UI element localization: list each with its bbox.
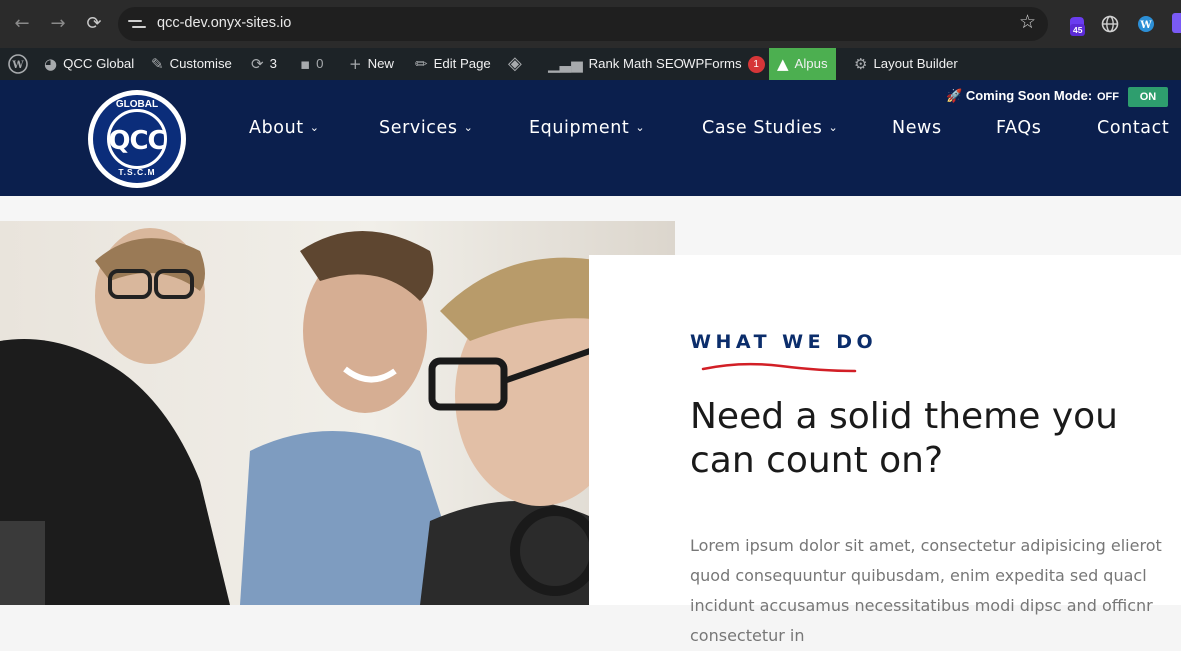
menu-item-case-studies[interactable]: Case Studies ⌄ bbox=[702, 118, 838, 138]
address-bar[interactable]: qcc-dev.onyx-sites.io ☆ bbox=[118, 7, 1048, 41]
svg-text:W: W bbox=[11, 60, 24, 71]
menu-item-about[interactable]: About ⌄ bbox=[249, 118, 320, 138]
site-logo[interactable]: GLOBAL QCC T.S.C.M bbox=[88, 90, 186, 188]
wpforms-link[interactable]: WPForms 1 bbox=[683, 48, 765, 80]
forward-icon[interactable]: → bbox=[45, 11, 71, 37]
logo-center-text: QCC bbox=[108, 126, 166, 156]
customise-label: Customise bbox=[169, 56, 232, 71]
svg-text:W: W bbox=[1139, 20, 1152, 31]
wp-logo-icon[interactable]: W bbox=[8, 48, 28, 80]
menu-item-news[interactable]: News bbox=[892, 118, 942, 138]
logo-top-text: GLOBAL bbox=[115, 99, 159, 110]
updates-count: 3 bbox=[269, 56, 277, 71]
updates-icon: ⟳ bbox=[251, 55, 264, 73]
team-photo-illustration bbox=[0, 228, 671, 605]
menu-item-faqs[interactable]: FAQs bbox=[996, 118, 1041, 138]
menu-item-services[interactable]: Services ⌄ bbox=[379, 118, 473, 138]
alpus-link[interactable]: ▲ Alpus bbox=[769, 48, 836, 80]
reload-icon[interactable]: ⟳ bbox=[81, 11, 107, 37]
alpus-icon: ▲ bbox=[777, 55, 789, 73]
chevron-down-icon: ⌄ bbox=[309, 121, 320, 134]
layout-builder-link[interactable]: ⚙ Layout Builder bbox=[854, 48, 958, 80]
what-we-do-section: WHAT WE DO Need a solid theme you can co… bbox=[0, 196, 1181, 645]
section-eyebrow: WHAT WE DO bbox=[690, 331, 878, 353]
pencil-icon: ✏ bbox=[415, 55, 428, 73]
plus-icon: + bbox=[349, 55, 362, 73]
section-body: Lorem ipsum dolor sit amet, consectetur … bbox=[690, 536, 1162, 645]
coming-soon-label: 🚀 Coming Soon Mode: bbox=[946, 88, 1093, 104]
customise-link[interactable]: ✎ Customise bbox=[151, 48, 232, 80]
content-card: WHAT WE DO Need a solid theme you can co… bbox=[589, 255, 1181, 645]
star-icon[interactable]: ☆ bbox=[1019, 11, 1036, 33]
section-heading: Need a solid theme you can count on? bbox=[690, 396, 1118, 481]
browser-toolbar: ← → ⟳ qcc-dev.onyx-sites.io ☆ 45 W bbox=[0, 0, 1181, 48]
team-photo bbox=[0, 221, 675, 605]
globe-icon[interactable] bbox=[1099, 13, 1121, 35]
red-underline-squiggle bbox=[701, 362, 857, 373]
profile-icon[interactable] bbox=[1172, 13, 1181, 33]
new-content-link[interactable]: + New bbox=[349, 48, 394, 80]
rank-math-link[interactable]: ▁▃▅ Rank Math SEO bbox=[548, 48, 684, 80]
rank-math-label: Rank Math SEO bbox=[588, 56, 684, 71]
logo-bottom-text: T.S.C.M bbox=[118, 167, 156, 177]
comments-count: 0 bbox=[316, 56, 324, 71]
site-name-label: QCC Global bbox=[63, 56, 135, 71]
gears-icon: ⚙ bbox=[854, 55, 868, 73]
layout-builder-label: Layout Builder bbox=[873, 56, 958, 71]
rocket-icon: 🚀 bbox=[946, 89, 963, 104]
new-label: New bbox=[367, 56, 394, 71]
wpforms-label: WPForms bbox=[683, 56, 742, 71]
brush-icon: ✎ bbox=[151, 55, 164, 73]
site-settings-icon[interactable] bbox=[128, 15, 146, 33]
alpus-label: Alpus bbox=[794, 56, 828, 71]
toggle-on[interactable]: ON bbox=[1128, 87, 1168, 107]
menu-item-contact[interactable]: Contact bbox=[1097, 118, 1169, 138]
dashboard-icon: ◕ bbox=[44, 55, 58, 73]
toggle-off[interactable]: OFF bbox=[1090, 87, 1126, 107]
wpforms-count-badge: 1 bbox=[747, 56, 765, 73]
chevron-down-icon: ⌄ bbox=[635, 121, 646, 134]
rank-math-icon: ▁▃▅ bbox=[548, 55, 583, 73]
updates-link[interactable]: ⟳ 3 bbox=[251, 48, 277, 80]
edit-page-label: Edit Page bbox=[433, 56, 491, 71]
back-icon[interactable]: ← bbox=[9, 11, 35, 37]
extension-badge: 45 bbox=[1070, 24, 1086, 36]
site-header: GLOBAL QCC T.S.C.M 🚀 Coming Soon Mode: O… bbox=[0, 80, 1181, 196]
comments-link[interactable]: ▪ 0 bbox=[300, 48, 324, 80]
menu-item-equipment[interactable]: Equipment ⌄ bbox=[529, 118, 645, 138]
chevron-down-icon: ⌄ bbox=[463, 121, 474, 134]
wordpress-icon[interactable]: W bbox=[1135, 13, 1157, 35]
wp-admin-bar: W ◕ QCC Global ✎ Customise ⟳ 3 ▪ 0 + New ✏ Edi… bbox=[0, 48, 1181, 80]
comment-icon: ▪ bbox=[300, 55, 311, 73]
diamond-plugin-icon[interactable]: ◈ bbox=[508, 48, 528, 80]
edit-page-link[interactable]: ✏ Edit Page bbox=[415, 48, 491, 80]
chevron-down-icon: ⌄ bbox=[828, 121, 839, 134]
site-name-link[interactable]: ◕ QCC Global bbox=[44, 48, 134, 80]
url-text[interactable]: qcc-dev.onyx-sites.io bbox=[157, 15, 291, 31]
